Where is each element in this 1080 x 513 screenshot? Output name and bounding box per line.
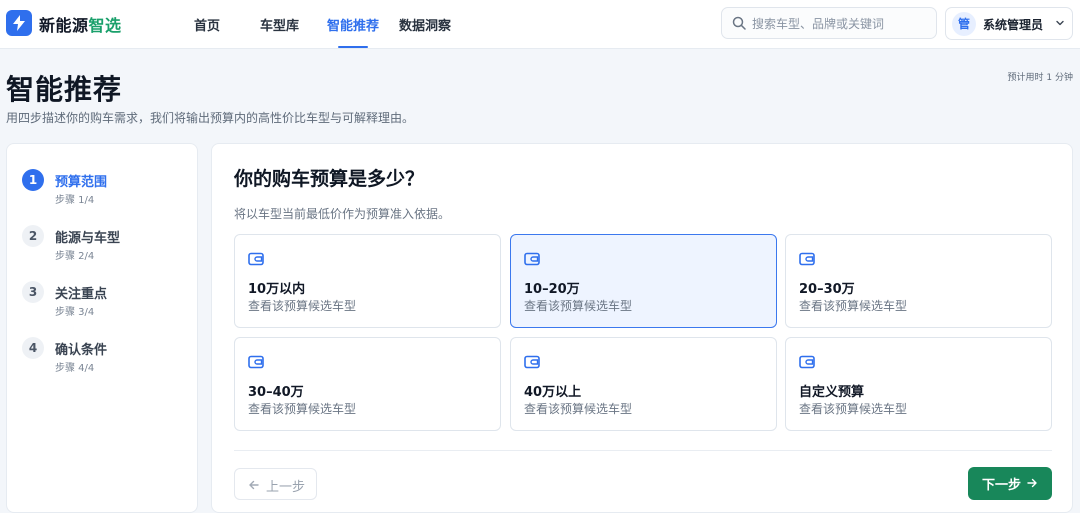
next-button-label: 下一步 (982, 478, 1022, 493)
option-description: 查看该预算候选车型 (524, 402, 633, 416)
option-title: 20–30万 (799, 282, 855, 297)
budget-option-custom[interactable]: 自定义预算 查看该预算候选车型 (785, 337, 1052, 431)
bolt-icon[interactable] (6, 10, 32, 36)
question-title: 你的购车预算是多少？ (234, 168, 425, 190)
budget-option-30-40w[interactable]: 30–40万 查看该预算候选车型 (234, 337, 501, 431)
question-description: 将以车型当前最低价作为预算准入依据。 (234, 207, 451, 221)
option-title: 自定义预算 (799, 385, 865, 400)
step-count: 步骤 4/4 (55, 363, 95, 374)
option-title: 10–20万 (524, 282, 580, 297)
divider (234, 450, 1052, 451)
search-icon (732, 16, 746, 30)
option-description: 查看该预算候选车型 (248, 402, 357, 416)
wallet-icon (524, 355, 540, 369)
prev-button-label: 上一步 (266, 480, 306, 495)
next-button[interactable]: 下一步 (968, 467, 1052, 500)
step-number: 2 (22, 225, 44, 247)
page-subtitle: 用四步描述你的购车需求，我们将输出预算内的高性价比车型与可解释理由。 (6, 111, 415, 125)
nav-smart-recommend[interactable]: 智能推荐 (327, 15, 379, 34)
step-title: 关注重点 (55, 287, 108, 302)
top-navbar: 新能源智选 首页 车型库 智能推荐 数据洞察 管 系统管理员 (0, 0, 1080, 49)
option-description: 查看该预算候选车型 (799, 402, 908, 416)
step-number: 1 (22, 169, 44, 191)
wallet-icon (799, 355, 815, 369)
step-number: 3 (22, 281, 44, 303)
search-box[interactable] (721, 7, 937, 39)
search-input[interactable] (752, 14, 930, 34)
brand-name-main: 新能源 (39, 16, 89, 35)
budget-question-card: 你的购车预算是多少？ 将以车型当前最低价作为预算准入依据。 10万以内 查看该预… (211, 143, 1073, 513)
step-count: 步骤 2/4 (55, 251, 95, 262)
arrow-left-icon (249, 480, 259, 490)
arrow-right-icon (1027, 478, 1037, 488)
step-count: 步骤 3/4 (55, 307, 95, 318)
estimated-time: 预计用时 1 分钟 (1007, 73, 1073, 83)
wallet-icon (248, 252, 264, 266)
step-energy-type[interactable]: 2 能源与车型 步骤 2/4 (22, 225, 192, 265)
page-title: 智能推荐 (6, 73, 123, 106)
option-title: 30–40万 (248, 385, 304, 400)
nav-data-insight[interactable]: 数据洞察 (399, 15, 451, 34)
budget-option-10-20w[interactable]: 10–20万 查看该预算候选车型 (510, 234, 777, 328)
step-title: 能源与车型 (55, 231, 121, 246)
steps-sidebar: 1 预算范围 步骤 1/4 2 能源与车型 步骤 2/4 3 关注重点 步骤 3… (6, 143, 198, 513)
chevron-down-icon (1056, 20, 1064, 26)
brand-name-accent: 智选 (88, 16, 122, 35)
wallet-icon (799, 252, 815, 266)
nav-home[interactable]: 首页 (194, 15, 220, 34)
wallet-icon (248, 355, 264, 369)
option-description: 查看该预算候选车型 (799, 299, 908, 313)
user-menu[interactable]: 管 系统管理员 (945, 7, 1073, 40)
step-count: 步骤 1/4 (55, 195, 95, 206)
option-title: 40万以上 (524, 385, 582, 400)
budget-option-under-10w[interactable]: 10万以内 查看该预算候选车型 (234, 234, 501, 328)
step-title: 预算范围 (55, 175, 108, 190)
nav-car-library[interactable]: 车型库 (260, 15, 299, 34)
step-number: 4 (22, 337, 44, 359)
step-title: 确认条件 (55, 343, 108, 358)
step-budget[interactable]: 1 预算范围 步骤 1/4 (22, 169, 192, 209)
option-description: 查看该预算候选车型 (248, 299, 357, 313)
step-confirm[interactable]: 4 确认条件 步骤 4/4 (22, 337, 192, 377)
user-name: 系统管理员 (983, 18, 1044, 32)
nav-active-indicator (338, 46, 368, 48)
avatar: 管 (952, 12, 976, 36)
option-title: 10万以内 (248, 282, 306, 297)
budget-option-20-30w[interactable]: 20–30万 查看该预算候选车型 (785, 234, 1052, 328)
prev-button[interactable]: 上一步 (234, 468, 317, 500)
step-focus[interactable]: 3 关注重点 步骤 3/4 (22, 281, 192, 321)
budget-option-over-40w[interactable]: 40万以上 查看该预算候选车型 (510, 337, 777, 431)
brand-name[interactable]: 新能源智选 (39, 12, 122, 36)
option-description: 查看该预算候选车型 (524, 299, 633, 313)
wallet-icon (524, 252, 540, 266)
